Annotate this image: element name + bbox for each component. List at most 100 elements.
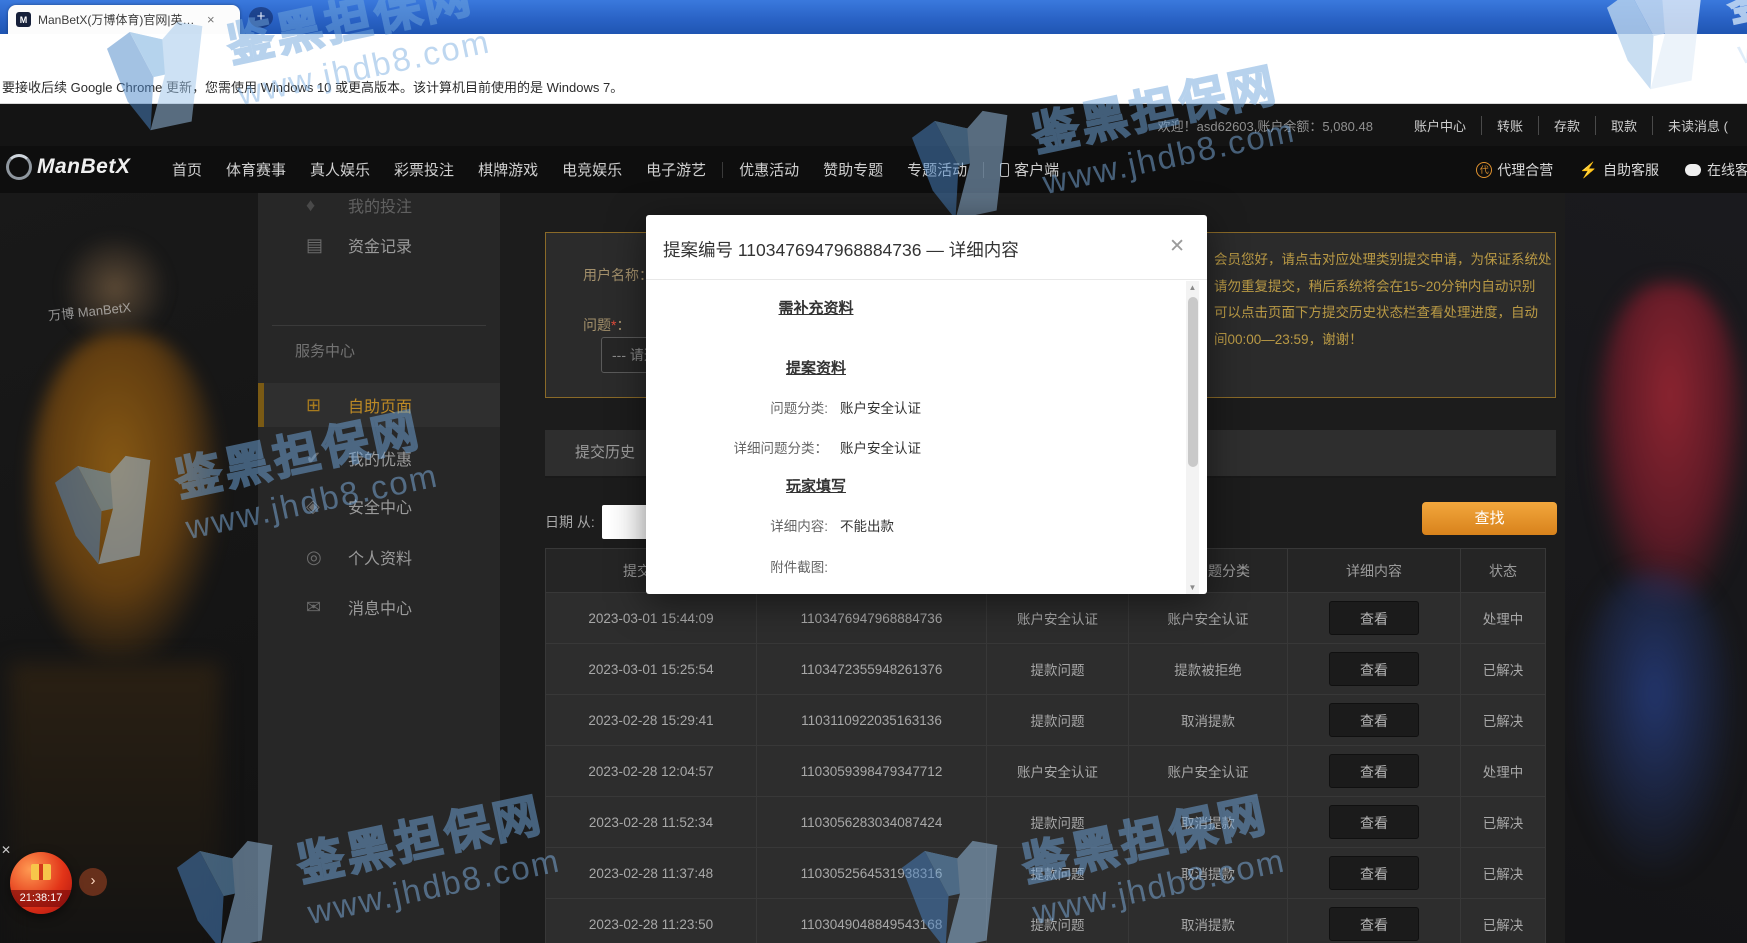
phone-icon bbox=[1000, 163, 1009, 177]
cell-id: 1103052564531938316 bbox=[757, 848, 987, 899]
site-favicon-icon: M bbox=[16, 12, 31, 27]
sidebar: ♦ 我的投注 ▤ 资金记录 服务中心 ⊞ 自助页面 ✔ 我的优惠 ◈ 安全中心 … bbox=[258, 193, 500, 943]
field-label: 详细问题分类： bbox=[646, 437, 828, 457]
nav-special[interactable]: 专题活动 bbox=[907, 159, 967, 180]
table-row: 2023-02-28 11:23:50 1103049048849543168 … bbox=[546, 899, 1546, 943]
notice-line: 请勿重复提交，稍后系统将会在15~20分钟内自动识别 bbox=[1214, 274, 1549, 301]
status-badge: 已解决 bbox=[1461, 899, 1546, 943]
new-tab-button[interactable]: + bbox=[249, 7, 273, 28]
modal-title: 提案编号 1103476947968884736 — 详细内容 bbox=[663, 237, 1019, 262]
header-detail: 详细内容 bbox=[1288, 549, 1461, 593]
nav-promotions[interactable]: 优惠活动 bbox=[739, 159, 799, 180]
agent-link[interactable]: 代代理合营 bbox=[1476, 160, 1553, 180]
tab-title: ManBetX(万博体育)官网|英超狼 bbox=[38, 11, 203, 28]
view-button[interactable]: 查看 bbox=[1329, 601, 1419, 635]
date-from-label: 日期 从: bbox=[545, 512, 595, 532]
modal-divider bbox=[646, 279, 1207, 280]
manbetx-logo[interactable]: ManBetX bbox=[6, 154, 130, 180]
nav-sponsor[interactable]: 赞助专题 bbox=[823, 159, 883, 180]
status-badge: 处理中 bbox=[1461, 593, 1546, 644]
search-button[interactable]: 查找 bbox=[1422, 502, 1557, 535]
service-notice: 会员您好，请点击对应处理类别提交申请，为保证系统处 请勿重复提交，稍后系统将会在… bbox=[1214, 247, 1549, 353]
logo-ring-icon bbox=[6, 154, 32, 180]
tab-submit-history[interactable]: 提交历史 bbox=[575, 430, 635, 476]
close-icon[interactable]: ✕ bbox=[1169, 235, 1185, 258]
nav-live-casino[interactable]: 真人娱乐 bbox=[310, 159, 370, 180]
view-button[interactable]: 查看 bbox=[1329, 856, 1419, 890]
scrollbar-thumb[interactable] bbox=[1188, 297, 1198, 467]
field-label: 附件截图: bbox=[646, 556, 828, 576]
lightning-icon: ⚡ bbox=[1579, 161, 1598, 179]
sidebar-item-personal-info[interactable]: ◎ 个人资料 bbox=[258, 535, 500, 579]
cell-category: 提款问题 bbox=[987, 797, 1129, 848]
nav-client-app[interactable]: 客户端 bbox=[1000, 159, 1059, 180]
section-proposal-info: 提案资料 bbox=[741, 357, 891, 378]
scroll-up-icon[interactable]: ▲ bbox=[1186, 283, 1199, 292]
sidebar-item-security-center[interactable]: ◈ 安全中心 bbox=[258, 484, 500, 528]
nav-home[interactable]: 首页 bbox=[172, 159, 202, 180]
unread-messages-link[interactable]: 未读消息 ( bbox=[1652, 116, 1743, 135]
field-value: 不能出款 bbox=[840, 515, 894, 535]
envelope-icon: ✉ bbox=[306, 597, 348, 618]
sidebar-item-fund-records[interactable]: ▤ 资金记录 bbox=[258, 223, 500, 267]
browser-toolbar: → ↻ cn.mebetx65.com/contactUs/index ↑ bbox=[0, 34, 1747, 70]
account-center-link[interactable]: 账户中心 bbox=[1399, 116, 1481, 135]
cell-subcategory: 取消提款 bbox=[1129, 899, 1288, 943]
status-badge: 已解决 bbox=[1461, 797, 1546, 848]
deposit-link[interactable]: 存款 bbox=[1538, 116, 1595, 135]
promo-red-ball[interactable]: 21:38:17 bbox=[10, 852, 72, 914]
sidebar-item-self-service[interactable]: ⊞ 自助页面 bbox=[258, 383, 500, 427]
scroll-down-icon[interactable]: ▼ bbox=[1186, 583, 1199, 592]
cell-id: 1103059398479347712 bbox=[757, 746, 987, 797]
shield-icon: ◈ bbox=[306, 496, 348, 517]
nav-lottery[interactable]: 彩票投注 bbox=[394, 159, 454, 180]
cell-category: 提款问题 bbox=[987, 899, 1129, 943]
nav-divider bbox=[722, 162, 723, 178]
view-button[interactable]: 查看 bbox=[1329, 652, 1419, 686]
promo-close-icon[interactable]: ✕ bbox=[1, 843, 11, 857]
cell-subcategory: 取消提款 bbox=[1129, 797, 1288, 848]
field-label: 问题分类: bbox=[646, 397, 828, 417]
history-table: 提交时间 提案编号 问题分类 详细问题分类 详细内容 状态 2023-03-01… bbox=[545, 548, 1546, 943]
nav-board-games[interactable]: 棋牌游戏 bbox=[478, 159, 538, 180]
diamond-icon: ♦ bbox=[306, 195, 348, 216]
status-badge: 已解决 bbox=[1461, 695, 1546, 746]
right-player-photo bbox=[1565, 193, 1747, 943]
online-service-link[interactable]: 在线客服 bbox=[1685, 160, 1747, 180]
target-icon: ◎ bbox=[306, 547, 348, 568]
view-button[interactable]: 查看 bbox=[1329, 907, 1419, 941]
view-button[interactable]: 查看 bbox=[1329, 805, 1419, 839]
gift-icon bbox=[31, 864, 51, 880]
nav-divider bbox=[983, 162, 984, 178]
table-row: 2023-03-01 15:44:09 1103476947968884736 … bbox=[546, 593, 1546, 644]
browser-tab[interactable]: M ManBetX(万博体育)官网|英超狼 × bbox=[8, 5, 240, 34]
withdraw-link[interactable]: 取款 bbox=[1595, 116, 1652, 135]
view-button[interactable]: 查看 bbox=[1329, 754, 1419, 788]
tab-close-icon[interactable]: × bbox=[207, 12, 215, 27]
field-value: 账户安全认证 bbox=[840, 397, 921, 417]
chrome-update-banner: 要接收后续 Google Chrome 更新，您需使用 Windows 10 或… bbox=[0, 70, 1747, 104]
cell-subcategory: 账户安全认证 bbox=[1129, 593, 1288, 644]
cell-subcategory: 账户安全认证 bbox=[1129, 746, 1288, 797]
cell-time: 2023-02-28 12:04:57 bbox=[546, 746, 757, 797]
chat-bubble-icon bbox=[1685, 164, 1701, 176]
user-bar: 欢迎！asd62603,账户余额：5,080.48 账户中心 转账 存款 取款 … bbox=[0, 104, 1747, 146]
sidebar-item-message-center[interactable]: ✉ 消息中心 bbox=[258, 585, 500, 629]
cell-subcategory: 提款被拒绝 bbox=[1129, 644, 1288, 695]
nav-sports[interactable]: 体育赛事 bbox=[226, 159, 286, 180]
nav-esports[interactable]: 电竞娱乐 bbox=[562, 159, 622, 180]
self-service-link[interactable]: ⚡自助客服 bbox=[1579, 160, 1659, 180]
status-badge: 处理中 bbox=[1461, 746, 1546, 797]
sidebar-item-my-bets[interactable]: ♦ 我的投注 bbox=[258, 183, 500, 227]
cell-category: 提款问题 bbox=[987, 848, 1129, 899]
view-button[interactable]: 查看 bbox=[1329, 703, 1419, 737]
field-value: 账户安全认证 bbox=[840, 437, 921, 457]
nav-slots[interactable]: 电子游艺 bbox=[646, 159, 706, 180]
cell-id: 1103476947968884736 bbox=[757, 593, 987, 644]
section-need-more-info: 需补充资料 bbox=[741, 297, 891, 318]
sidebar-item-my-promotions[interactable]: ✔ 我的优惠 bbox=[258, 436, 500, 480]
promo-expand-arrow[interactable]: › bbox=[79, 868, 107, 896]
cell-id: 1103472355948261376 bbox=[757, 644, 987, 695]
transfer-link[interactable]: 转账 bbox=[1481, 116, 1538, 135]
modal-scrollbar[interactable]: ▲ ▼ bbox=[1186, 281, 1199, 594]
